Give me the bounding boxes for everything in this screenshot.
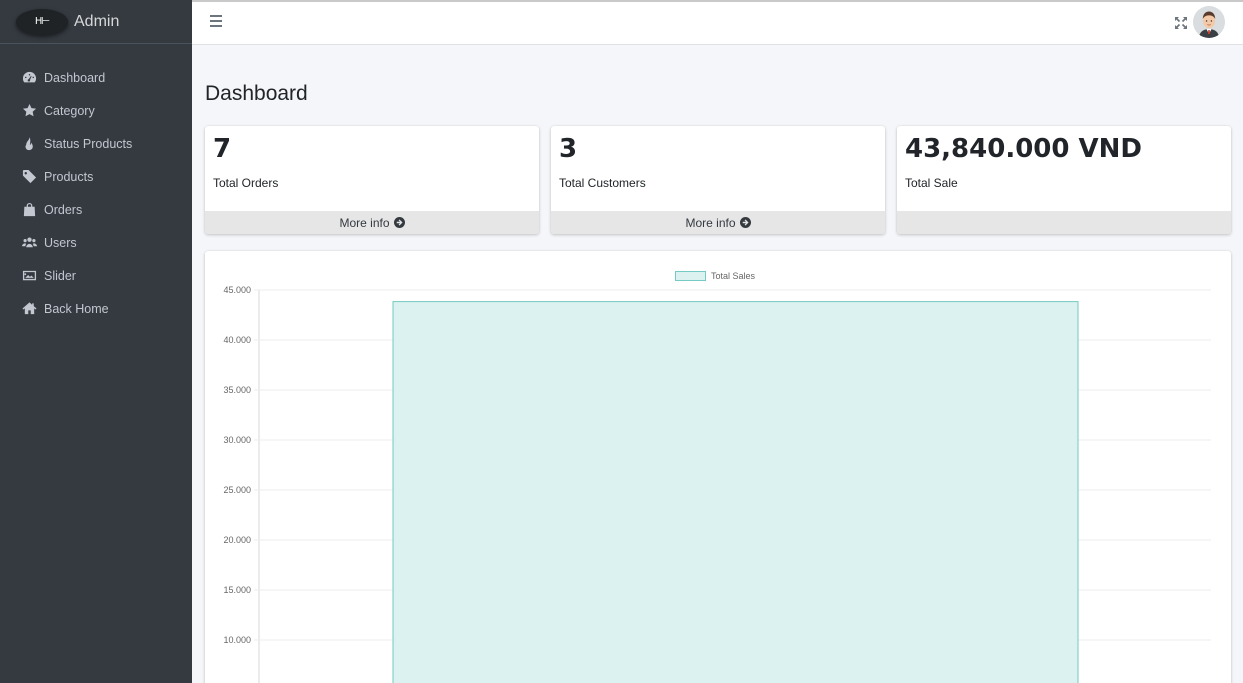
top-navbar: [192, 0, 1243, 45]
stat-label: Total Orders: [213, 176, 279, 190]
card-footer-empty: [897, 211, 1231, 234]
brand[interactable]: H ⊢ Admin: [0, 0, 192, 44]
users-icon: [21, 235, 37, 251]
hamburger-icon[interactable]: [210, 15, 222, 29]
chart-legend[interactable]: Total Sales: [675, 271, 755, 281]
fire-icon: [21, 136, 37, 152]
legend-label: Total Sales: [711, 271, 756, 281]
image-icon: [21, 268, 37, 284]
y-tick-label: 35.000: [223, 385, 251, 395]
sidebar-item-label: Slider: [44, 268, 76, 283]
sidebar-item-products[interactable]: Products: [0, 160, 192, 193]
tag-icon: [21, 169, 37, 185]
user-avatar[interactable]: [1193, 6, 1225, 38]
brand-logo: H ⊢: [16, 8, 68, 35]
sales-chart-card: 45.000 40.000 35.000 30.000 25.000 20.000 15.0…: [205, 251, 1231, 683]
sidebar-item-label: Category: [44, 103, 95, 118]
sidebar-item-label: Users: [44, 235, 77, 250]
sidebar-item-label: Orders: [44, 202, 83, 217]
stat-card-sales: 43,840.000 VND Total Sale: [897, 126, 1231, 234]
more-info-label: More info: [685, 215, 736, 230]
stat-card-customers: 3 Total Customers More info: [551, 126, 885, 234]
y-tick-label: 25.000: [223, 485, 251, 495]
sidebar-nav: Dashboard Category Status Products Produ…: [0, 61, 192, 325]
star-icon: [21, 103, 37, 119]
y-tick-label: 15.000: [223, 585, 251, 595]
sales-chart: 45.000 40.000 35.000 30.000 25.000 20.000 15.0…: [223, 285, 1211, 683]
stat-value: 3: [559, 134, 578, 164]
sidebar-item-category[interactable]: Category: [0, 94, 192, 127]
sidebar-item-orders[interactable]: Orders: [0, 193, 192, 226]
page-title: Dashboard: [205, 82, 308, 105]
sidebar: H ⊢ Admin Dashboard Category Status Produ…: [0, 0, 192, 683]
stat-value: 43,840.000 VND: [905, 134, 1142, 164]
more-info-link[interactable]: More info: [551, 211, 885, 234]
sidebar-item-label: Back Home: [44, 301, 109, 316]
sidebar-item-slider[interactable]: Slider: [0, 259, 192, 292]
sidebar-item-label: Products: [44, 169, 94, 184]
stat-card-orders: 7 Total Orders More info: [205, 126, 539, 234]
sidebar-item-dashboard[interactable]: Dashboard: [0, 61, 192, 94]
arrow-circle-right-icon: [739, 217, 751, 228]
sidebar-item-label: Dashboard: [44, 70, 106, 85]
fullscreen-icon[interactable]: [1174, 16, 1188, 30]
bar-total-sales[interactable]: [392, 301, 1079, 683]
dashboard-icon: [21, 70, 37, 86]
brand-logo-mark: ⊢: [41, 16, 50, 27]
legend-swatch: [675, 271, 706, 281]
home-icon: [21, 301, 37, 317]
y-tick-label: 20.000: [223, 535, 251, 545]
brand-title: Admin: [74, 12, 120, 30]
sidebar-item-back-home[interactable]: Back Home: [0, 292, 192, 325]
y-tick-label: 30.000: [223, 435, 251, 445]
arrow-circle-right-icon: [393, 217, 405, 228]
sidebar-item-users[interactable]: Users: [0, 226, 192, 259]
sidebar-item-label: Status Products: [44, 136, 133, 151]
stat-value: 7: [213, 134, 232, 164]
stat-label: Total Sale: [905, 176, 958, 190]
y-tick-label: 45.000: [223, 285, 251, 295]
stat-label: Total Customers: [559, 176, 646, 190]
more-info-label: More info: [339, 215, 390, 230]
more-info-link[interactable]: More info: [205, 211, 539, 234]
bag-icon: [21, 202, 37, 218]
y-tick-label: 40.000: [223, 335, 251, 345]
y-tick-label: 10.000: [223, 635, 251, 645]
sidebar-item-status-products[interactable]: Status Products: [0, 127, 192, 160]
